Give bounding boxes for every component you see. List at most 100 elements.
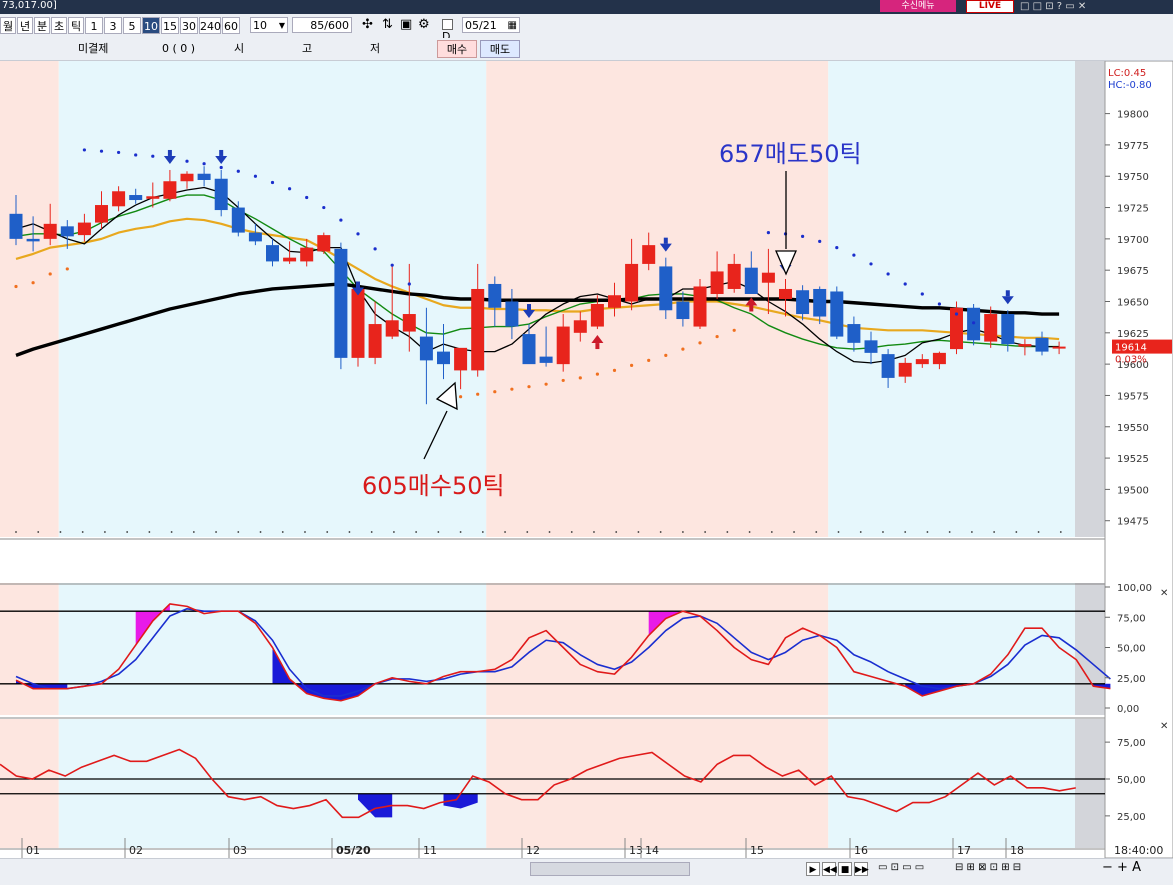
grid-dot bbox=[192, 531, 195, 533]
grid-dot bbox=[104, 531, 106, 533]
grid-dot bbox=[859, 531, 862, 533]
candle-body bbox=[437, 351, 450, 365]
candle-body bbox=[283, 257, 297, 262]
price-tick-label: 19775 bbox=[1117, 141, 1149, 152]
save-icon[interactable]: ▣ bbox=[400, 17, 412, 32]
sar-dot bbox=[407, 282, 411, 286]
sell-signal-stem bbox=[527, 304, 531, 311]
sar-dot bbox=[937, 302, 942, 306]
candle-body bbox=[710, 271, 724, 294]
rsi-tick-label: 25,00 bbox=[1117, 812, 1146, 823]
period-button-240[interactable]: 240 bbox=[199, 17, 221, 34]
candle-body bbox=[898, 362, 912, 377]
period-button-30[interactable]: 30 bbox=[180, 17, 198, 34]
sar-dot bbox=[698, 341, 702, 345]
grid-dot bbox=[326, 531, 329, 533]
x-tick-label: 05/20 bbox=[336, 844, 371, 857]
calendar-icon[interactable]: ▦ bbox=[508, 18, 517, 34]
period-button-10[interactable]: 10 bbox=[142, 17, 160, 34]
date-input[interactable]: 05/21 ▦ bbox=[462, 17, 520, 33]
price-tick-label: 19525 bbox=[1117, 454, 1149, 465]
hc-label: HC:-0.80 bbox=[1108, 80, 1152, 91]
price-tick-label: 19750 bbox=[1117, 172, 1149, 183]
sar-dot bbox=[253, 174, 257, 178]
window-title: 73,017.00] bbox=[2, 0, 57, 11]
period-button-분[interactable]: 분 bbox=[34, 17, 50, 34]
stoch-tick-label: 25,00 bbox=[1117, 674, 1146, 685]
d-check[interactable]: D bbox=[442, 17, 460, 43]
grid-dot bbox=[393, 531, 395, 533]
buy-annotation: 605매수50틱 bbox=[362, 472, 505, 500]
horizontal-scrollbar[interactable] bbox=[530, 862, 690, 876]
scroll-right-icon[interactable]: ▶ bbox=[806, 862, 820, 876]
sell-button[interactable]: 매도 bbox=[480, 40, 520, 58]
period-button-월[interactable]: 월 bbox=[0, 17, 16, 34]
candle-body bbox=[915, 359, 929, 365]
receive-menu-badge[interactable]: 수신메뉴 bbox=[880, 0, 956, 12]
settings-icon[interactable]: ⚙ bbox=[418, 17, 430, 32]
grid-dot bbox=[770, 531, 773, 533]
live-button[interactable]: LIVE bbox=[966, 0, 1014, 13]
layout-icons[interactable]: ⊟ ⊞ ⊠ ⊡ ⊞ ⊟ bbox=[955, 862, 1065, 876]
right-margin bbox=[1075, 719, 1105, 848]
crosshair-icon[interactable]: ✣ bbox=[362, 17, 373, 32]
range-input[interactable]: 85/600 bbox=[292, 17, 352, 33]
count-select[interactable]: 10 ▼ bbox=[250, 17, 288, 33]
period-button-년[interactable]: 년 bbox=[17, 17, 33, 34]
time-label: 18:40:00 bbox=[1114, 844, 1163, 857]
sar-dot bbox=[527, 385, 531, 389]
rewind-icon[interactable]: ◀◀ bbox=[822, 862, 837, 876]
sar-dot bbox=[459, 395, 463, 399]
sar-dot bbox=[151, 154, 155, 158]
price-tick-label: 19575 bbox=[1117, 391, 1149, 402]
stoch-settings-icon[interactable]: ✕ bbox=[1160, 588, 1168, 599]
period-button-15[interactable]: 15 bbox=[161, 17, 179, 34]
candle-body bbox=[539, 356, 553, 363]
candle-body bbox=[488, 283, 502, 308]
candle-body bbox=[779, 288, 792, 299]
sar-dot bbox=[134, 153, 138, 157]
candle-body bbox=[231, 207, 245, 233]
x-tick-label: 11 bbox=[423, 844, 437, 857]
high-label: 고 bbox=[302, 42, 313, 55]
stop-icon[interactable]: ■ bbox=[838, 862, 852, 876]
sar-dot bbox=[31, 281, 35, 285]
stoch-tick-label: 0,00 bbox=[1117, 704, 1139, 715]
view-icons[interactable]: ▭ ⊡ ▭ ▭ bbox=[878, 862, 948, 876]
grid-dot bbox=[504, 531, 506, 533]
candle-body bbox=[385, 320, 399, 337]
rsi-settings-icon[interactable]: ✕ bbox=[1160, 721, 1168, 732]
fast-forward-icon[interactable]: ▶▶ bbox=[854, 862, 869, 876]
zoom-in-icon[interactable]: + bbox=[1117, 860, 1128, 875]
window-controls[interactable]: □ □ ⊡ ? ▭ ✕ bbox=[1020, 0, 1170, 13]
period-button-3[interactable]: 3 bbox=[104, 17, 122, 34]
sar-dot bbox=[681, 347, 685, 351]
sar-dot bbox=[390, 263, 394, 267]
grid-dot bbox=[926, 531, 929, 533]
zoom-out-icon[interactable]: − bbox=[1102, 860, 1113, 875]
candle-body bbox=[1052, 346, 1066, 349]
grid-dot bbox=[1037, 531, 1040, 533]
candle-body bbox=[813, 288, 827, 317]
sar-dot bbox=[835, 246, 839, 250]
sar-dot bbox=[322, 205, 326, 210]
buy-button[interactable]: 매수 bbox=[437, 40, 477, 58]
period-button-5[interactable]: 5 bbox=[123, 17, 141, 34]
font-size-icon[interactable]: A bbox=[1132, 860, 1141, 875]
period-button-60[interactable]: 60 bbox=[222, 17, 240, 34]
candle-body bbox=[248, 232, 262, 242]
zoom-controls[interactable]: − + A bbox=[1102, 860, 1172, 876]
d-checkbox[interactable] bbox=[442, 18, 453, 30]
session-band bbox=[0, 61, 59, 537]
chart-area[interactable]: 19800 19775 19750 19725 19700 19675 19650 19625… bbox=[0, 61, 1173, 858]
compare-icon[interactable]: ⇅ bbox=[382, 17, 393, 32]
title-bar: 73,017.00] 수신메뉴 LIVE □ □ ⊡ ? ▭ ✕ bbox=[0, 0, 1173, 14]
period-button-1[interactable]: 1 bbox=[85, 17, 103, 34]
grid-dot bbox=[81, 531, 84, 533]
period-button-틱[interactable]: 틱 bbox=[68, 17, 84, 34]
period-button-초[interactable]: 초 bbox=[51, 17, 67, 34]
grid-dot bbox=[993, 531, 996, 533]
candle-body bbox=[266, 245, 279, 262]
grid-dot bbox=[815, 531, 818, 533]
candle-body bbox=[146, 196, 160, 199]
